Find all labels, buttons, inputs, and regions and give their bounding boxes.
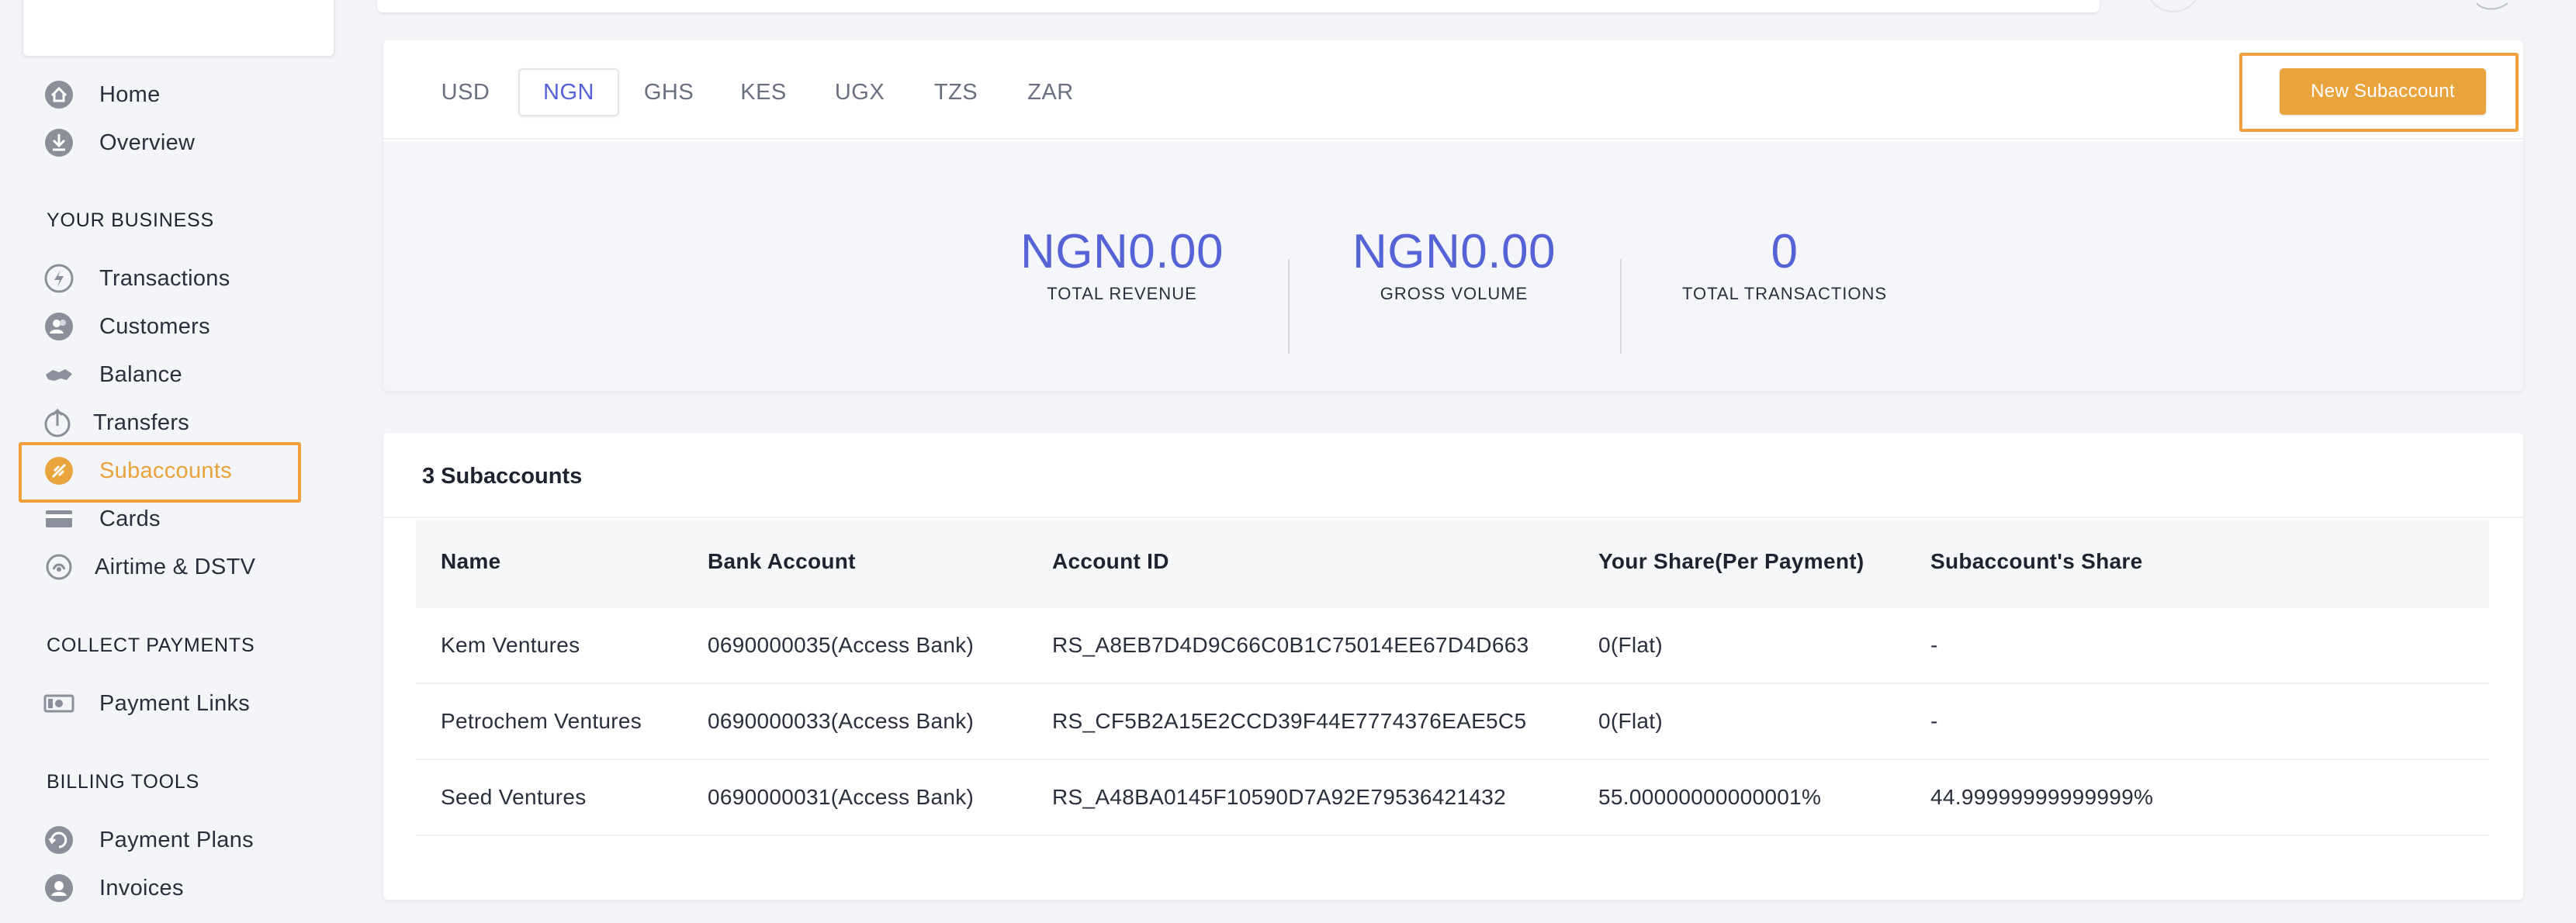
sidebar-item-label: Overview — [99, 130, 196, 155]
sidebar-item-overview[interactable]: Overview — [43, 121, 195, 164]
overview-icon — [43, 127, 74, 158]
cell-name: Petrochem Ventures — [441, 709, 642, 733]
cell-your-share: 0(Flat) — [1598, 633, 1663, 657]
cell-bank-account: 0690000031(Access Bank) — [708, 785, 975, 809]
stat-gross-volume: NGN0.00 GROSS VOLUME — [1307, 225, 1601, 304]
customers-icon — [43, 311, 74, 342]
sidebar-item-payment-plans[interactable]: Payment Plans — [43, 818, 254, 862]
table-row[interactable]: Kem Ventures 0690000035(Access Bank) RS_… — [416, 608, 2489, 684]
cell-account-id: RS_A48BA0145F10590D7A92E79536421432 — [1052, 785, 1506, 809]
stats-card: USD NGN GHS KES UGX TZS ZAR New Subaccou… — [383, 40, 2523, 391]
subaccounts-highlight — [19, 442, 301, 503]
home-icon — [43, 79, 74, 110]
stat-label: TOTAL REVENUE — [1047, 284, 1197, 303]
sidebar-item-transfers[interactable]: Transfers — [42, 401, 189, 444]
divider — [383, 517, 2523, 518]
column-header-subaccount-share[interactable]: Subaccount's Share — [1930, 549, 2142, 574]
table-header: Name Bank Account Account ID Your Share(… — [416, 520, 2489, 608]
sidebar-item-home[interactable]: Home — [43, 73, 161, 116]
sidebar-item-label: Invoices — [99, 875, 184, 901]
table-row[interactable]: Petrochem Ventures 0690000033(Access Ban… — [416, 684, 2489, 760]
stat-total-transactions: 0 TOTAL TRANSACTIONS — [1637, 225, 1932, 304]
new-subaccount-highlight — [2239, 53, 2519, 132]
stat-value: NGN0.00 — [1352, 225, 1556, 278]
cell-your-share: 0(Flat) — [1598, 709, 1663, 733]
stat-total-revenue: NGN0.00 TOTAL REVENUE — [975, 225, 1269, 304]
column-header-bank-account[interactable]: Bank Account — [708, 549, 856, 574]
currency-tabs: USD NGN GHS KES UGX TZS ZAR New Subaccou… — [383, 40, 2523, 140]
stat-value: 0 — [1771, 225, 1799, 278]
sidebar-item-label: Cards — [99, 506, 161, 531]
table-row[interactable]: Seed Ventures 0690000031(Access Bank) RS… — [416, 760, 2489, 836]
column-header-account-id[interactable]: Account ID — [1052, 549, 1169, 574]
sidebar-item-label: Transactions — [99, 265, 230, 291]
sidebar: Home Overview YOUR BUSINESS Transactions… — [0, 0, 365, 923]
sidebar-item-invoices[interactable]: Invoices — [43, 866, 184, 910]
sidebar-top-card — [22, 0, 335, 57]
payment-plans-icon — [43, 824, 74, 856]
cell-subaccount-share: - — [1930, 633, 1938, 657]
transfers-icon — [42, 407, 73, 438]
stat-value: NGN0.00 — [1020, 225, 1224, 278]
stat-divider — [1288, 259, 1290, 354]
transactions-icon — [43, 263, 74, 294]
sidebar-item-label: Home — [99, 81, 161, 107]
sidebar-item-label: Payment Links — [99, 690, 251, 716]
sidebar-item-label: Airtime & DSTV — [95, 554, 256, 579]
subaccounts-count-title: 3 Subaccounts — [422, 464, 583, 489]
cell-account-id: RS_A8EB7D4D9C66C0B1C75014EE67D4D663 — [1052, 633, 1529, 657]
stats-summary: NGN0.00 TOTAL REVENUE NGN0.00 GROSS VOLU… — [383, 141, 2523, 391]
tab-kes[interactable]: KES — [726, 68, 801, 116]
cell-bank-account: 0690000033(Access Bank) — [708, 709, 975, 733]
tab-usd[interactable]: USD — [428, 68, 503, 116]
cell-your-share: 55.00000000000001% — [1598, 785, 1822, 809]
stat-label: TOTAL TRANSACTIONS — [1681, 284, 1888, 303]
stat-label: GROSS VOLUME — [1380, 284, 1529, 303]
tab-ugx[interactable]: UGX — [822, 68, 897, 116]
sidebar-item-cards[interactable]: Cards — [43, 497, 161, 541]
sidebar-item-label: Customers — [99, 313, 210, 339]
cell-account-id: RS_CF5B2A15E2CCD39F44E7774376EAE5C5 — [1052, 709, 1527, 733]
cell-subaccount-share: - — [1930, 709, 1938, 733]
column-header-name[interactable]: Name — [441, 549, 500, 574]
sidebar-item-payment-links[interactable]: Payment Links — [43, 682, 250, 725]
top-bar — [377, 0, 2100, 12]
sidebar-item-balance[interactable]: Balance — [43, 353, 182, 396]
balance-icon — [43, 359, 74, 390]
sidebar-item-label: Balance — [99, 361, 182, 387]
payment-links-icon — [43, 688, 74, 719]
section-title-collect-payments: COLLECT PAYMENTS — [47, 634, 255, 656]
avatar[interactable] — [2146, 0, 2200, 12]
cell-name: Seed Ventures — [441, 785, 587, 809]
tab-zar[interactable]: ZAR — [1013, 68, 1088, 116]
column-header-your-share[interactable]: Your Share(Per Payment) — [1598, 549, 1864, 574]
sidebar-item-label: Payment Plans — [99, 827, 254, 852]
airtime-icon — [43, 551, 74, 582]
cell-name: Kem Ventures — [441, 633, 580, 657]
sidebar-item-airtime-dstv[interactable]: Airtime & DSTV — [43, 545, 255, 589]
sidebar-item-label: Transfers — [93, 410, 190, 435]
sidebar-item-transactions[interactable]: Transactions — [43, 257, 230, 300]
stat-divider — [1620, 259, 1622, 354]
sidebar-item-customers[interactable]: Customers — [43, 305, 210, 348]
section-title-your-business: YOUR BUSINESS — [47, 209, 215, 231]
account-menu-icon[interactable] — [2475, 0, 2509, 12]
tab-ngn[interactable]: NGN — [518, 68, 619, 116]
cards-icon — [43, 503, 74, 534]
tab-ghs[interactable]: GHS — [632, 68, 706, 116]
cell-bank-account: 0690000035(Access Bank) — [708, 633, 975, 657]
subaccounts-card: 3 Subaccounts Name Bank Account Account … — [383, 433, 2523, 900]
invoices-icon — [43, 873, 74, 904]
tab-tzs[interactable]: TZS — [919, 68, 993, 116]
section-title-billing-tools: BILLING TOOLS — [47, 771, 200, 793]
cell-subaccount-share: 44.99999999999999% — [1930, 785, 2154, 809]
